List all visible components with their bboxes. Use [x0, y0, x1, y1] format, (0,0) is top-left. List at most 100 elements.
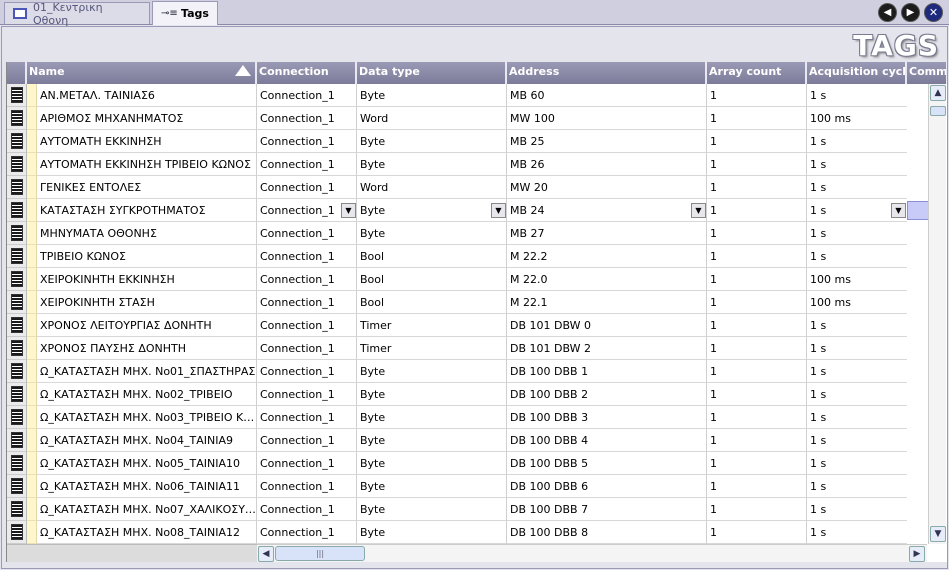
- cell-acquisition-cycle[interactable]: 100 ms: [807, 291, 907, 314]
- row-header[interactable]: [7, 107, 27, 130]
- cell-connection[interactable]: Connection_1: [257, 268, 357, 291]
- cell-connection[interactable]: Connection_1: [257, 429, 357, 452]
- cell-address[interactable]: MW 100: [507, 107, 707, 130]
- cell-datatype[interactable]: Byte: [357, 452, 507, 475]
- row-header[interactable]: [7, 337, 27, 360]
- table-row[interactable]: ΧΕΙΡΟΚΙΝΗΤΗ ΕΚΚΙΝΗΣΗ Connection_1 Bool M 22…: [7, 268, 927, 291]
- cell-name[interactable]: ΑΡΙΘΜΟΣ ΜΗΧΑΝΗΜΑΤΟΣ: [37, 107, 257, 130]
- cell-address[interactable]: M 22.1: [507, 291, 707, 314]
- cell-array-count[interactable]: 1: [707, 406, 807, 429]
- cell-datatype[interactable]: Byte: [357, 360, 507, 383]
- cell-acquisition-cycle[interactable]: 1 s: [807, 360, 907, 383]
- table-row[interactable]: ΑΝ.ΜΕΤΑΛ. ΤΑΙΝΙΑΣ6 Connection_1 Byte MB 60 1…: [7, 84, 927, 107]
- cell-datatype[interactable]: Timer: [357, 337, 507, 360]
- cell-array-count[interactable]: 1: [707, 268, 807, 291]
- cell-connection[interactable]: Connection_1: [257, 176, 357, 199]
- cell-array-count[interactable]: 1: [707, 199, 807, 222]
- column-header-datatype[interactable]: Data type: [357, 62, 507, 84]
- cell-name[interactable]: ΤΡΙΒΕΙΟ ΚΩΝΟΣ: [37, 245, 257, 268]
- cell-array-count[interactable]: 1: [707, 314, 807, 337]
- cell-connection[interactable]: Connection_1: [257, 406, 357, 429]
- cell-name[interactable]: Ω_ΚΑΤΑΣΤΑΣΗ ΜΗΧ. No07_ΧΑΛΙΚΟΣΥΛΛΕ...: [37, 498, 257, 521]
- cell-acquisition-cycle[interactable]: 1 s: [807, 475, 907, 498]
- row-header[interactable]: [7, 199, 27, 222]
- horizontal-scrollbar[interactable]: ◀ ||| ▶: [257, 544, 927, 562]
- cell-name[interactable]: Ω_ΚΑΤΑΣΤΑΣΗ ΜΗΧ. No05_ΤΑΙΝΙΑ10: [37, 452, 257, 475]
- cell-connection[interactable]: Connection_1: [257, 498, 357, 521]
- cell-address[interactable]: DB 100 DBB 8: [507, 521, 707, 544]
- row-header[interactable]: [7, 268, 27, 291]
- cell-array-count[interactable]: 1: [707, 498, 807, 521]
- cell-connection[interactable]: Connection_1: [257, 383, 357, 406]
- table-row[interactable]: Ω_ΚΑΤΑΣΤΑΣΗ ΜΗΧ. No01_ΣΠΑΣΤΗΡΑΣ Connectio…: [7, 360, 927, 383]
- cell-address[interactable]: MB 24: [507, 199, 707, 222]
- row-header[interactable]: [7, 452, 27, 475]
- column-header-address[interactable]: Address: [507, 62, 707, 84]
- cell-name[interactable]: Ω_ΚΑΤΑΣΤΑΣΗ ΜΗΧ. No04_ΤΑΙΝΙΑ9: [37, 429, 257, 452]
- cell-datatype[interactable]: Byte: [357, 199, 507, 222]
- cell-datatype[interactable]: Byte: [357, 130, 507, 153]
- cell-name[interactable]: ΧΕΙΡΟΚΙΝΗΤΗ ΕΚΚΙΝΗΣΗ: [37, 268, 257, 291]
- column-header-name[interactable]: Name: [27, 62, 257, 84]
- cell-name[interactable]: ΚΑΤΑΣΤΑΣΗ ΣΥΓΚΡΟΤΗΜΑΤΟΣ: [37, 199, 257, 222]
- cell-name[interactable]: ΑΝ.ΜΕΤΑΛ. ΤΑΙΝΙΑΣ6: [37, 84, 257, 107]
- cell-array-count[interactable]: 1: [707, 107, 807, 130]
- cell-address[interactable]: M 22.0: [507, 268, 707, 291]
- cell-array-count[interactable]: 1: [707, 291, 807, 314]
- table-row[interactable]: ΑΡΙΘΜΟΣ ΜΗΧΑΝΗΜΑΤΟΣ Connection_1 Word MW 10…: [7, 107, 927, 130]
- cell-datatype[interactable]: Byte: [357, 475, 507, 498]
- row-header[interactable]: [7, 406, 27, 429]
- cell-connection[interactable]: Connection_1: [257, 84, 357, 107]
- cell-array-count[interactable]: 1: [707, 84, 807, 107]
- cell-array-count[interactable]: 1: [707, 383, 807, 406]
- cell-name[interactable]: ΓΕΝΙΚΕΣ ΕΝΤΟΛΕΣ: [37, 176, 257, 199]
- scroll-right-icon[interactable]: ▶: [909, 546, 925, 562]
- comment-edit-field[interactable]: [907, 201, 929, 220]
- cell-address[interactable]: DB 100 DBB 3: [507, 406, 707, 429]
- table-row[interactable]: ΑΥΤΟΜΑΤΗ ΕΚΚΙΝΗΣΗ ΤΡΙΒΕΙΟ ΚΩΝΟΣ Connectio…: [7, 153, 927, 176]
- scroll-down-icon[interactable]: ▼: [930, 526, 946, 542]
- cell-datatype[interactable]: Word: [357, 176, 507, 199]
- scroll-left-icon[interactable]: ◀: [258, 546, 274, 562]
- cell-datatype[interactable]: Byte: [357, 429, 507, 452]
- column-header-comment[interactable]: Comm: [907, 62, 947, 84]
- column-header-connection[interactable]: Connection: [257, 62, 357, 84]
- cell-name[interactable]: Ω_ΚΑΤΑΣΤΑΣΗ ΜΗΧ. No08_ΤΑΙΝΙΑ12: [37, 521, 257, 544]
- cell-connection[interactable]: Connection_1: [257, 360, 357, 383]
- cell-connection[interactable]: Connection_1: [257, 153, 357, 176]
- row-header[interactable]: [7, 360, 27, 383]
- cell-name[interactable]: ΜΗΝΥΜΑΤΑ ΟΘΟΝΗΣ: [37, 222, 257, 245]
- cell-name[interactable]: Ω_ΚΑΤΑΣΤΑΣΗ ΜΗΧ. No02_ΤΡΙΒΕΙΟ: [37, 383, 257, 406]
- cell-name[interactable]: Ω_ΚΑΤΑΣΤΑΣΗ ΜΗΧ. No03_ΤΡΙΒΕΙΟ ΚΩΝΟΣ: [37, 406, 257, 429]
- cell-address[interactable]: DB 101 DBW 2: [507, 337, 707, 360]
- table-row[interactable]: Ω_ΚΑΤΑΣΤΑΣΗ ΜΗΧ. No05_ΤΑΙΝΙΑ10 Connection…: [7, 452, 927, 475]
- cell-acquisition-cycle[interactable]: 1 s: [807, 153, 907, 176]
- cell-acquisition-cycle[interactable]: 1 s: [807, 337, 907, 360]
- cell-connection[interactable]: Connection_1: [257, 314, 357, 337]
- cell-acquisition-cycle[interactable]: 1 s: [807, 383, 907, 406]
- cell-name[interactable]: ΑΥΤΟΜΑΤΗ ΕΚΚΙΝΗΣΗ ΤΡΙΒΕΙΟ ΚΩΝΟΣ: [37, 153, 257, 176]
- row-header[interactable]: [7, 521, 27, 544]
- cell-connection[interactable]: Connection_1: [257, 521, 357, 544]
- cell-acquisition-cycle[interactable]: 100 ms: [807, 268, 907, 291]
- column-header-acquisition-cycle[interactable]: Acquisition cycle: [807, 62, 907, 84]
- table-row[interactable]: ΧΕΙΡΟΚΙΝΗΤΗ ΣΤΑΣΗ Connection_1 Bool M 22.1 1…: [7, 291, 927, 314]
- cell-name[interactable]: ΑΥΤΟΜΑΤΗ ΕΚΚΙΝΗΣΗ: [37, 130, 257, 153]
- cell-datatype[interactable]: Bool: [357, 291, 507, 314]
- cell-address[interactable]: MW 20: [507, 176, 707, 199]
- cell-acquisition-cycle[interactable]: 1 s: [807, 222, 907, 245]
- table-row[interactable]: Ω_ΚΑΤΑΣΤΑΣΗ ΜΗΧ. No08_ΤΑΙΝΙΑ12 Connection…: [7, 521, 927, 544]
- cell-array-count[interactable]: 1: [707, 176, 807, 199]
- cell-acquisition-cycle[interactable]: 1 s: [807, 498, 907, 521]
- cell-acquisition-cycle[interactable]: 1 s: [807, 245, 907, 268]
- cell-address[interactable]: MB 26: [507, 153, 707, 176]
- cell-address[interactable]: DB 100 DBB 5: [507, 452, 707, 475]
- dropdown-arrow-icon[interactable]: ▼: [691, 203, 706, 218]
- cell-datatype[interactable]: Byte: [357, 521, 507, 544]
- cell-connection[interactable]: Connection_1: [257, 291, 357, 314]
- scroll-up-icon[interactable]: ▲: [930, 85, 946, 101]
- tab-main-screen[interactable]: 01_Κεντρικη Οθονη: [4, 1, 150, 27]
- cell-connection[interactable]: Connection_1: [257, 107, 357, 130]
- row-header[interactable]: [7, 475, 27, 498]
- cell-datatype[interactable]: Byte: [357, 406, 507, 429]
